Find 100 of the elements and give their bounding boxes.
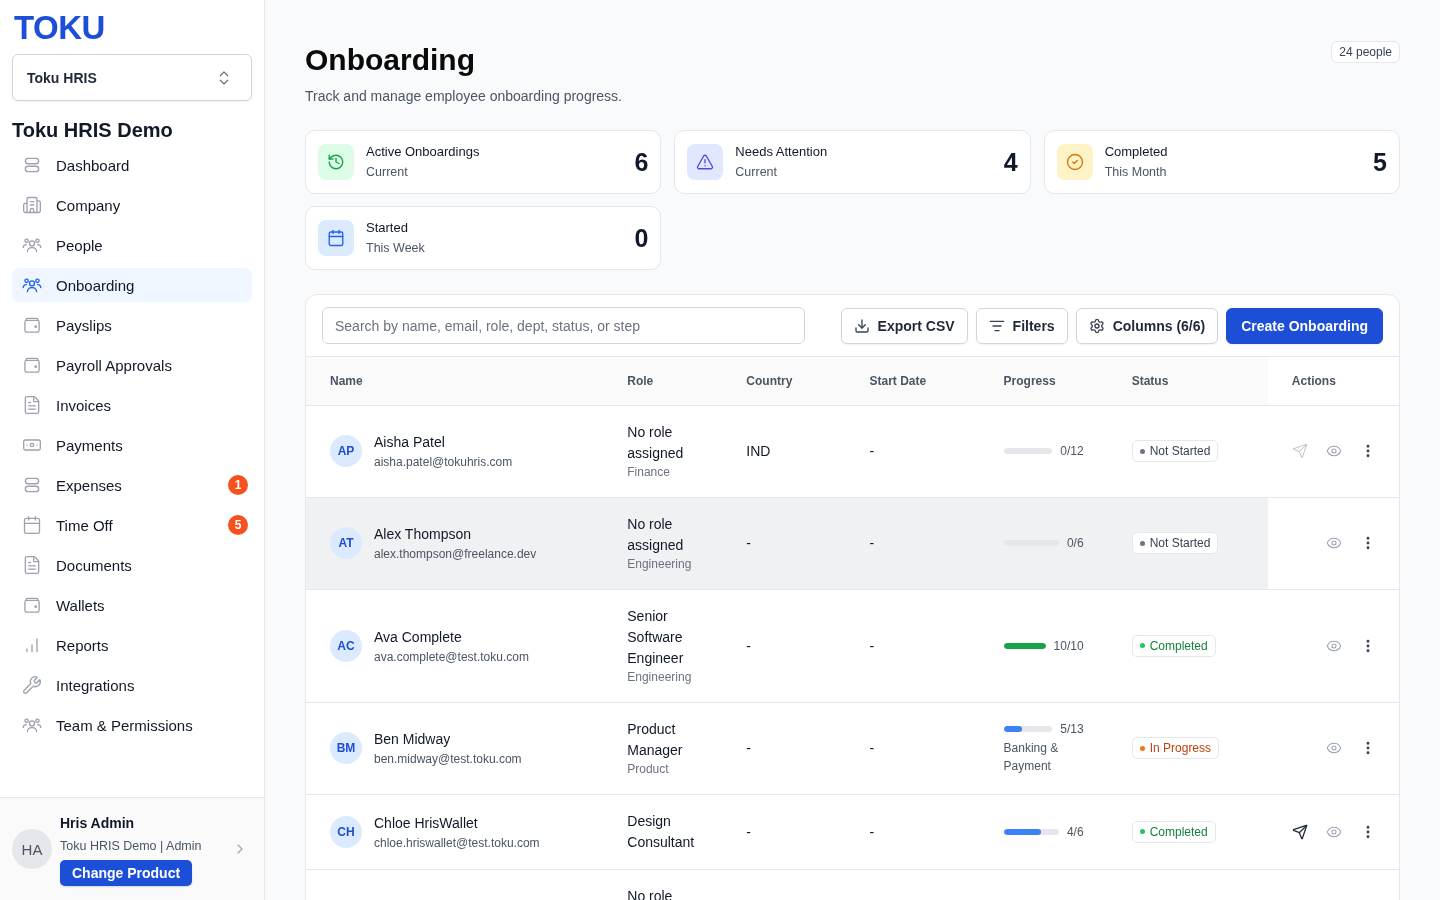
start-date-text: - — [869, 535, 875, 551]
page-title: Onboarding — [305, 42, 475, 78]
department-text: Product — [627, 760, 669, 778]
wallet-icon — [22, 355, 42, 375]
columns-button[interactable]: Columns (6/6) — [1075, 307, 1219, 344]
start-date-text: - — [869, 443, 875, 459]
building-icon — [22, 195, 42, 215]
status-badge: Completed — [1131, 634, 1216, 657]
person-name: Chloe HrisWallet — [374, 813, 478, 833]
stat-title: Started — [366, 220, 408, 236]
product-select[interactable]: Toku HRIS — [12, 54, 252, 101]
nav-item[interactable]: Company — [12, 188, 252, 222]
settings-icon — [1088, 317, 1105, 334]
role-text: No role assigned — [627, 422, 685, 463]
nav-item[interactable]: Reports — [12, 628, 252, 662]
stat-count: 6 — [634, 147, 649, 177]
nav-item[interactable]: Payroll Approvals — [12, 348, 252, 382]
nav-item[interactable]: Invoices — [12, 388, 252, 422]
count-badge: 1 — [228, 475, 248, 495]
column-header: Progress — [979, 357, 1108, 405]
status-dot-icon — [1139, 643, 1145, 648]
nav-item[interactable]: Payslips — [12, 308, 252, 342]
progress-count: 0/12 — [1060, 443, 1084, 459]
stat-count: 5 — [1373, 147, 1387, 177]
nav-item[interactable]: Payments — [12, 428, 252, 462]
table-row[interactable]: No role — [306, 869, 1399, 900]
brand-logo: TOKU — [14, 14, 105, 42]
calendar-icon — [22, 515, 42, 535]
person-email: ben.midway@test.toku.com — [374, 751, 522, 767]
user-subtitle: Toku HRIS Demo | Admin — [60, 838, 202, 854]
user-name: Hris Admin — [60, 814, 135, 832]
stacked-rows-icon — [22, 155, 42, 175]
nav-item[interactable]: Team & Permissions — [12, 708, 252, 742]
person-email: aisha.patel@tokuhris.com — [374, 454, 513, 470]
stat-count: 0 — [634, 223, 649, 253]
nav-item[interactable]: Dashboard — [12, 148, 252, 182]
change-product-button[interactable]: Change Product — [60, 860, 193, 886]
country-text: - — [746, 823, 752, 840]
column-header: Start Date — [845, 357, 980, 405]
search-field[interactable]: Search by name, email, role, dept, status, or step — [322, 307, 805, 344]
nav-item[interactable]: Onboarding — [12, 268, 252, 302]
people-count-badge: 24 people — [1331, 41, 1400, 63]
eye-icon — [1326, 443, 1342, 459]
progress-count: 5/13 — [1060, 721, 1084, 737]
department-text: Engineering — [627, 668, 692, 686]
status-dot-icon — [1139, 829, 1145, 834]
nav-item[interactable]: Integrations — [12, 668, 252, 702]
export-button[interactable]: Export CSV — [840, 307, 968, 344]
country-text: IND — [746, 443, 771, 459]
progress-count: 0/6 — [1066, 535, 1084, 551]
status-dot-icon — [1139, 540, 1145, 546]
stat-title: Active Onboardings — [366, 144, 480, 160]
count-badge: 5 — [228, 515, 248, 535]
role-text: Design Consultant — [627, 811, 696, 852]
status-badge: Not Started — [1131, 440, 1219, 462]
nav-item[interactable]: Documents — [12, 548, 252, 582]
table-row[interactable]: AC Ava Complete ava.complete@test.toku.com Senior Software Engineer Engineering - - 10/10 Completed — [306, 589, 1399, 702]
stat-title: Completed — [1104, 144, 1168, 160]
start-date-text: - — [869, 823, 875, 840]
country-text: - — [746, 535, 752, 551]
column-header: Country — [722, 357, 846, 405]
stat-period: This Month — [1104, 164, 1167, 180]
person-name: Ava Complete — [374, 627, 462, 647]
person-avatar: BM — [330, 732, 362, 764]
person-name: Ben Midway — [374, 730, 451, 749]
stat-title: Needs Attention — [735, 144, 828, 160]
download-icon — [853, 317, 870, 334]
role-text: Senior Software Engineer — [627, 606, 685, 668]
status-badge: Not Started — [1131, 532, 1219, 554]
country-text: - — [746, 637, 752, 654]
progress-count: 10/10 — [1053, 637, 1084, 654]
status-dot-icon — [1139, 448, 1145, 454]
stat-period: Current — [366, 164, 408, 180]
user-avatar: HA — [12, 829, 52, 869]
filter-button[interactable]: Filters — [975, 307, 1068, 344]
person-name: Alex Thompson — [374, 525, 471, 544]
department-text: Engineering — [627, 555, 692, 573]
wrench-icon — [22, 675, 42, 695]
stat-period: This Week — [366, 240, 425, 256]
create-button[interactable]: Create Onboarding — [1226, 307, 1383, 344]
column-header: Name — [306, 357, 604, 405]
role-text: No role assigned — [627, 514, 685, 555]
table-row[interactable]: AP Aisha Patel aisha.patel@tokuhris.com No role assigned Finance IND - 0/12 Not Started — [306, 405, 1399, 497]
person-avatar: AP — [330, 435, 362, 467]
person-email: ava.complete@test.toku.com — [374, 648, 529, 665]
eye-icon — [1326, 740, 1342, 756]
table-row[interactable]: BM Ben Midway ben.midway@test.toku.com Product Manager Product - - 5/13 Banking & Payment In Progress — [306, 702, 1399, 794]
wallet-icon — [22, 595, 42, 615]
nav-item[interactable]: Time Off 5 — [12, 508, 252, 542]
wallet-icon — [22, 315, 42, 335]
nav-item[interactable]: Expenses 1 — [12, 468, 252, 502]
nav-item[interactable]: Wallets — [12, 588, 252, 622]
status-badge: In Progress — [1131, 737, 1220, 759]
page-subtitle: Track and manage employee onboarding progress. — [305, 87, 622, 106]
document-icon — [22, 555, 42, 575]
nav-item[interactable]: People — [12, 228, 252, 262]
table-row[interactable]: AT Alex Thompson alex.thompson@freelance.dev No role assigned Engineering - - 0/6 Not Started — [306, 497, 1399, 589]
table-row[interactable]: CH Chloe HrisWallet chloe.hriswallet@test.toku.com Design Consultant - - 4/6 Completed — [306, 794, 1399, 869]
status-dot-icon — [1139, 745, 1145, 751]
document-icon — [22, 395, 42, 415]
